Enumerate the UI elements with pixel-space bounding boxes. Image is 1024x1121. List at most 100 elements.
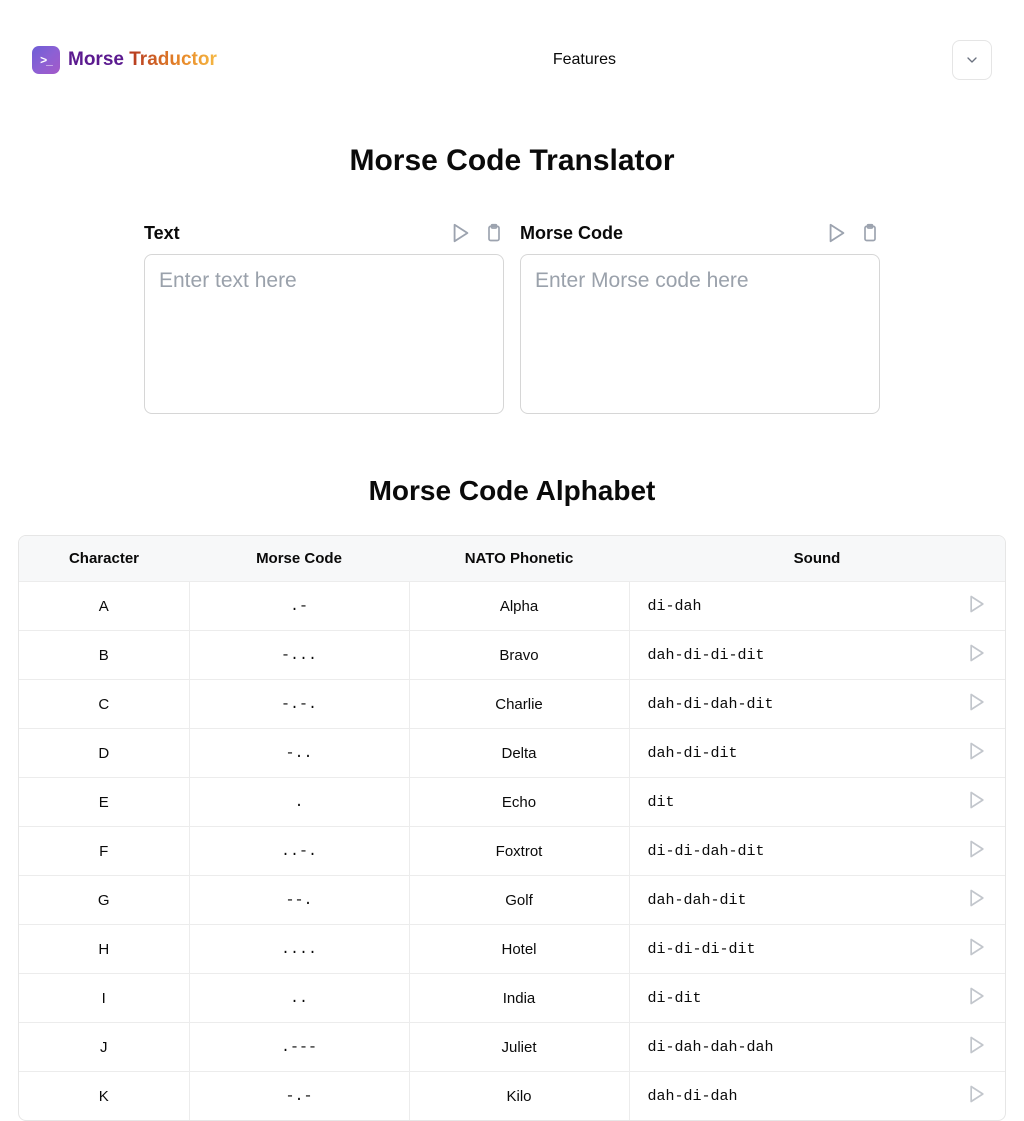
cell-nato: Charlie: [409, 680, 629, 729]
cell-morse: .---: [189, 1023, 409, 1072]
cell-sound: di-di-dah-dit: [629, 827, 949, 876]
play-icon: [967, 741, 987, 761]
cell-nato: Hotel: [409, 925, 629, 974]
table-row: H....Hoteldi-di-di-dit: [19, 925, 1005, 974]
cell-morse: -.-: [189, 1072, 409, 1121]
play-icon: [967, 1084, 987, 1104]
cell-character: K: [19, 1072, 189, 1121]
table-row: B-...Bravodah-di-di-dit: [19, 631, 1005, 680]
main-content: Morse Code Translator Text Morse Code: [0, 104, 1024, 1121]
play-row-button[interactable]: [967, 741, 987, 761]
cell-character: H: [19, 925, 189, 974]
col-character: Character: [19, 536, 189, 582]
cell-character: C: [19, 680, 189, 729]
play-row-button[interactable]: [967, 790, 987, 810]
cell-nato: Alpha: [409, 582, 629, 631]
cell-character: G: [19, 876, 189, 925]
cell-nato: Bravo: [409, 631, 629, 680]
play-row-button[interactable]: [967, 643, 987, 663]
play-icon: [967, 986, 987, 1006]
cell-character: J: [19, 1023, 189, 1072]
cell-nato: Golf: [409, 876, 629, 925]
cell-morse: -...: [189, 631, 409, 680]
play-row-button[interactable]: [967, 1035, 987, 1055]
table-row: A.-Alphadi-dah: [19, 582, 1005, 631]
play-icon: [967, 937, 987, 957]
cell-nato: India: [409, 974, 629, 1023]
copy-text-button[interactable]: [484, 223, 504, 243]
terminal-icon: [32, 46, 60, 74]
cell-morse: -..: [189, 729, 409, 778]
play-row-button[interactable]: [967, 692, 987, 712]
cell-character: F: [19, 827, 189, 876]
cell-sound: dah-di-dah-dit: [629, 680, 949, 729]
play-text-button[interactable]: [450, 222, 472, 244]
table-row: K-.-Kilodah-di-dah: [19, 1072, 1005, 1121]
table-row: G--.Golfdah-dah-dit: [19, 876, 1005, 925]
cell-sound: dah-di-di-dit: [629, 631, 949, 680]
copy-morse-button[interactable]: [860, 223, 880, 243]
chevron-down-icon: [964, 52, 980, 68]
cell-nato: Delta: [409, 729, 629, 778]
cell-character: I: [19, 974, 189, 1023]
header: Morse Traductor Features: [0, 0, 1024, 104]
cell-morse: ..-.: [189, 827, 409, 876]
text-label: Text: [144, 223, 180, 244]
cell-sound: dah-di-dah: [629, 1072, 949, 1121]
page-title: Morse Code Translator: [32, 144, 992, 178]
play-icon: [967, 594, 987, 614]
cell-character: B: [19, 631, 189, 680]
translator-panels: Text Morse Code: [32, 222, 992, 419]
play-icon: [450, 222, 472, 244]
cell-morse: .: [189, 778, 409, 827]
clipboard-icon: [484, 223, 504, 243]
table-row: E.Echodit: [19, 778, 1005, 827]
play-row-button[interactable]: [967, 839, 987, 859]
clipboard-icon: [860, 223, 880, 243]
brand-word-1: Morse: [68, 49, 129, 70]
morse-panel: Morse Code: [520, 222, 880, 419]
morse-label: Morse Code: [520, 223, 623, 244]
cell-morse: --.: [189, 876, 409, 925]
cell-morse: ..: [189, 974, 409, 1023]
morse-input[interactable]: [520, 254, 880, 414]
brand[interactable]: Morse Traductor: [32, 46, 217, 74]
menu-dropdown-button[interactable]: [952, 40, 992, 80]
play-row-button[interactable]: [967, 986, 987, 1006]
cell-sound: dit: [629, 778, 949, 827]
cell-sound: di-dah: [629, 582, 949, 631]
cell-sound: dah-dah-dit: [629, 876, 949, 925]
play-icon: [967, 643, 987, 663]
table-row: J.---Julietdi-dah-dah-dah: [19, 1023, 1005, 1072]
cell-nato: Kilo: [409, 1072, 629, 1121]
cell-nato: Echo: [409, 778, 629, 827]
cell-character: A: [19, 582, 189, 631]
play-row-button[interactable]: [967, 937, 987, 957]
play-row-button[interactable]: [967, 888, 987, 908]
play-row-button[interactable]: [967, 1084, 987, 1104]
text-panel: Text: [144, 222, 504, 419]
cell-morse: .-: [189, 582, 409, 631]
cell-morse: -.-.: [189, 680, 409, 729]
alphabet-title: Morse Code Alphabet: [32, 475, 992, 507]
table-row: D-..Deltadah-di-dit: [19, 729, 1005, 778]
alphabet-table: Character Morse Code NATO Phonetic Sound…: [19, 536, 1005, 1120]
table-header-row: Character Morse Code NATO Phonetic Sound: [19, 536, 1005, 582]
play-icon: [967, 692, 987, 712]
play-row-button[interactable]: [967, 594, 987, 614]
cell-character: E: [19, 778, 189, 827]
cell-sound: dah-di-dit: [629, 729, 949, 778]
text-input[interactable]: [144, 254, 504, 414]
col-morse: Morse Code: [189, 536, 409, 582]
cell-morse: ....: [189, 925, 409, 974]
brand-word-2: Traductor: [129, 49, 217, 70]
play-icon: [967, 1035, 987, 1055]
play-icon: [826, 222, 848, 244]
cell-sound: di-di-di-dit: [629, 925, 949, 974]
nav-features-link[interactable]: Features: [553, 51, 616, 69]
cell-nato: Juliet: [409, 1023, 629, 1072]
play-morse-button[interactable]: [826, 222, 848, 244]
table-row: F..-.Foxtrotdi-di-dah-dit: [19, 827, 1005, 876]
brand-text: Morse Traductor: [68, 49, 217, 71]
cell-sound: di-dah-dah-dah: [629, 1023, 949, 1072]
